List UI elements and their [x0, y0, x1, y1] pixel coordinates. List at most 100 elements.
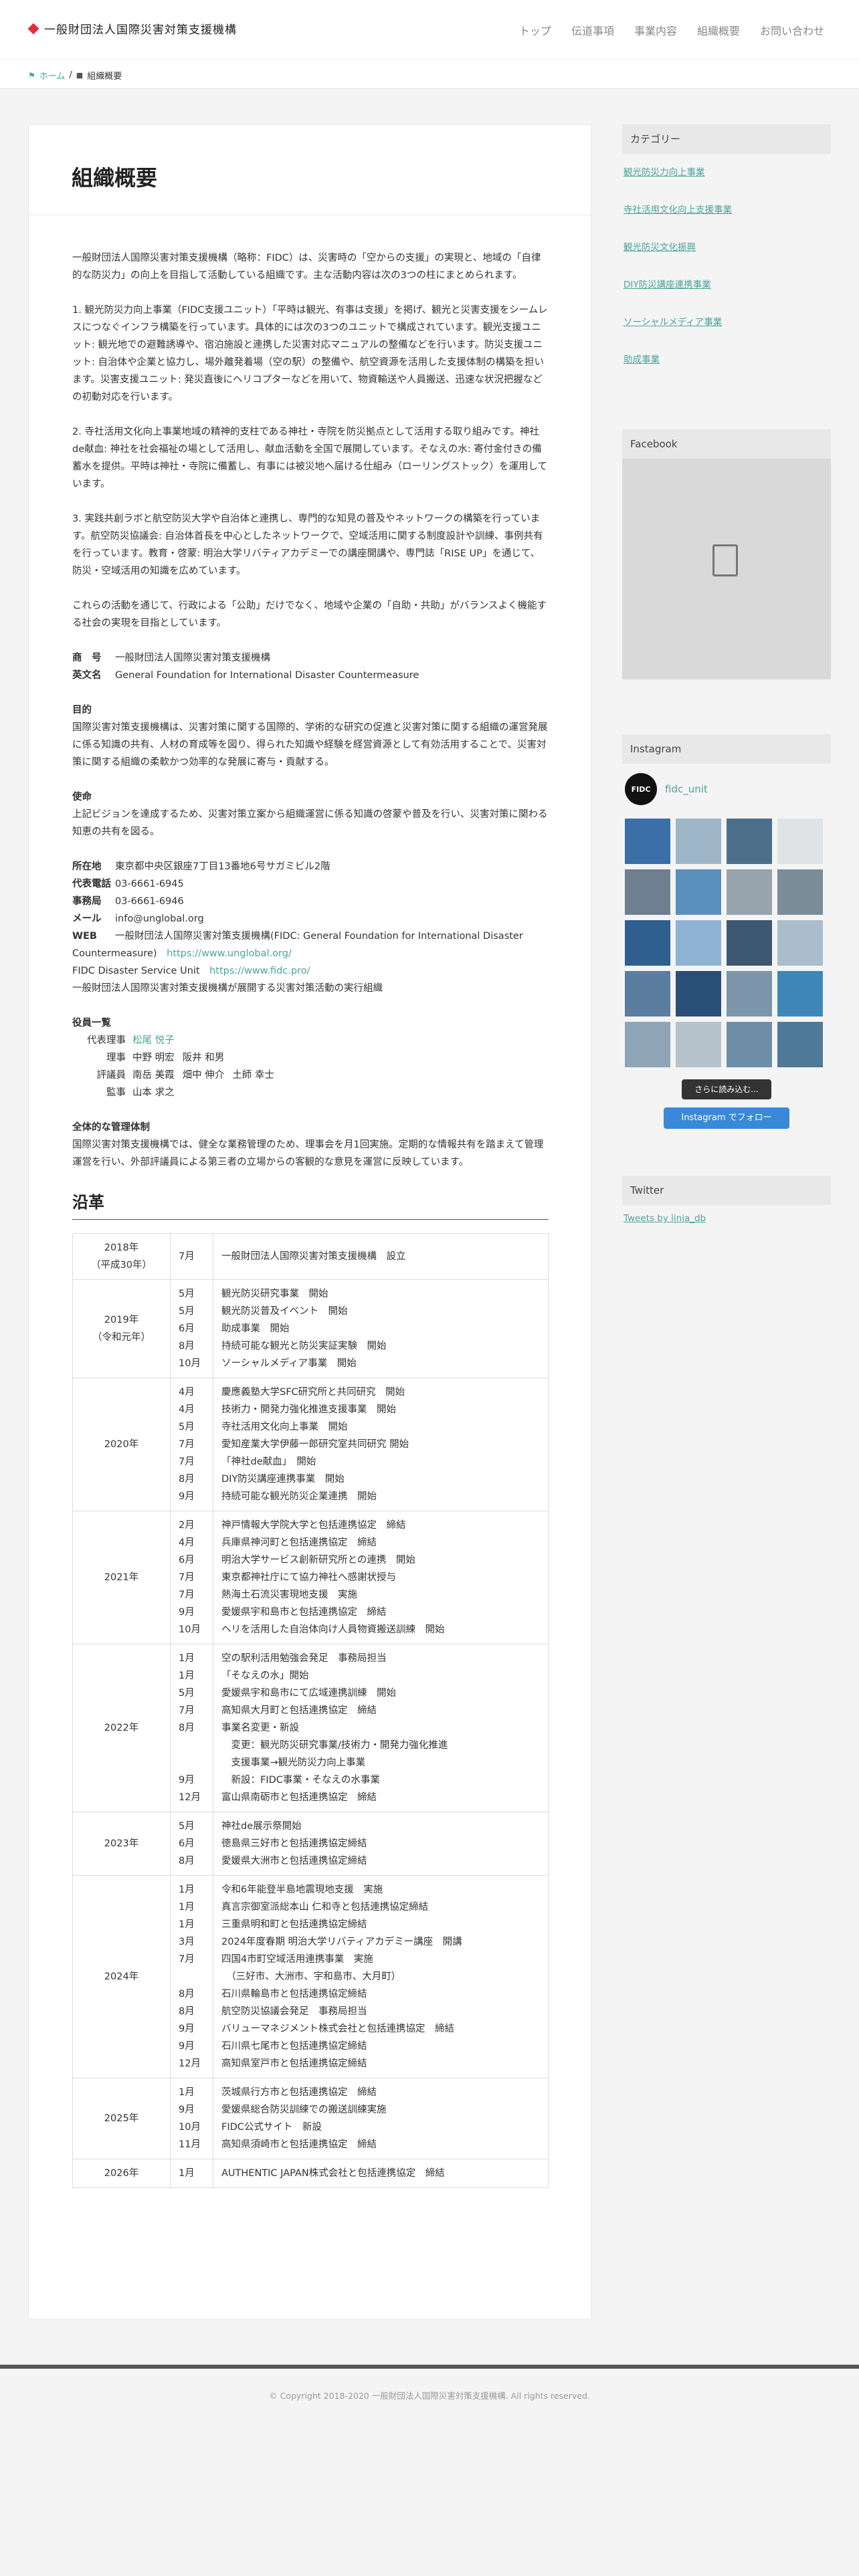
category-link[interactable]: DIY防災講座連携事業: [622, 266, 831, 304]
instagram-post-thumbnail[interactable]: [777, 920, 823, 966]
instagram-post-thumbnail[interactable]: [625, 971, 670, 1016]
history-month: 1月: [179, 1671, 195, 1681]
officer-row: 評議員 南岳 美霞 畑中 伸介 土師 幸士: [72, 1067, 549, 1084]
history-month: 10月: [179, 2122, 201, 2133]
history-event: 愛媛県総合防災訓練での搬送訓練実施: [221, 2105, 387, 2115]
load-more-button[interactable]: さらに読み込む...: [682, 1079, 771, 1099]
instagram-post-thumbnail[interactable]: [625, 819, 670, 864]
history-year: 2019年: [104, 1315, 139, 1325]
nav-item-news[interactable]: 伝道事項: [571, 22, 614, 38]
history-month: 7月: [179, 1590, 195, 1600]
page-title: 組織概要: [72, 165, 158, 191]
web-link[interactable]: https://www.unglobal.org/: [167, 948, 292, 959]
officer-row: 理事 中野 明宏 阪井 和男: [72, 1049, 549, 1067]
mission-section: 使命 上記ビジョンを達成するため、災害対策立案から組織運営に係る知識の啓蒙や普及…: [72, 788, 549, 841]
history-event: 愛媛県宇和島市と包括連携協定 締結: [221, 1607, 387, 1618]
breadcrumb-home[interactable]: ホーム: [39, 69, 66, 82]
category-widget-title: カテゴリー: [622, 124, 831, 154]
history-event-cell: 茨城県行方市と包括連携協定 締結 愛媛県総合防災訓練での搬送訓練実施 FIDC公式サ…: [213, 2078, 549, 2159]
history-month: 9月: [179, 1607, 195, 1618]
history-event-cell: 神戸情報大学院大学と包括連携協定 締結 兵庫県神河町と包括連携協定 締結 明治大学サ…: [213, 1511, 549, 1644]
history-month: 10月: [179, 1358, 201, 1369]
instagram-post-thumbnail[interactable]: [676, 1022, 721, 1067]
history-event: 愛媛県宇和島市にて広域連携訓練 開始: [221, 1688, 396, 1699]
history-month: 4月: [179, 1404, 195, 1415]
facebook-embed: [622, 459, 831, 679]
history-month: 5月: [179, 1289, 195, 1299]
history-year: 2020年: [104, 1439, 139, 1450]
history-month: 5月: [179, 1821, 195, 1832]
mission-text: 上記ビジョンを達成するため、災害対策立案から組織運営に係る知識の啓蒙や普及を行い…: [72, 809, 548, 837]
officer-name: 畑中 伸介: [182, 1070, 225, 1081]
history-month: 9月: [179, 2041, 195, 2052]
web-label: WEB: [72, 931, 97, 942]
instagram-post-thumbnail[interactable]: [625, 1022, 670, 1067]
avatar[interactable]: FIDC: [625, 773, 657, 805]
closing-text: これらの活動を通じて、行政による「公助」だけでなく、地域や企業の「自助・共助」が…: [72, 601, 547, 629]
history-event-cell: 令和6年能登半島地震現地支援 実施 真言宗御室派総本山 仁和寺と包括連携協定締結三…: [213, 1875, 549, 2078]
history-month-cell: 1月 1月 5月 7月 8月 9月 12月: [170, 1644, 213, 1812]
instagram-follow-button[interactable]: Instagram でフォロー: [664, 1107, 789, 1129]
history-row: 2020年 4月 4月 5月 7月 7月 8月 9月 慶應義塾大学SFC研究所と共同研究 開始技…: [72, 1378, 549, 1511]
instagram-post-thumbnail[interactable]: [676, 869, 721, 915]
history-month: 7月: [179, 1457, 195, 1467]
history-month: 10月: [179, 1624, 201, 1635]
history-event: 高知県大月町と包括連携協定 締結: [221, 1705, 377, 1716]
company-info: 商 号 一般財団法人国際災害対策支援機構 英文名 General Foundatio…: [72, 649, 549, 684]
category-link[interactable]: 観光防災文化振興: [622, 229, 831, 266]
instagram-post-thumbnail[interactable]: [777, 869, 823, 915]
contact-info: 所在地 東京都中央区銀座7丁目13番地6号サガミビル2階 代表電話 03-6661-…: [72, 858, 549, 997]
officer-name[interactable]: 松尾 悦子: [132, 1032, 175, 1049]
instagram-username[interactable]: fidc_unit: [665, 783, 708, 795]
instagram-post-thumbnail[interactable]: [625, 869, 670, 915]
purpose-label: 目的: [72, 705, 92, 716]
history-year-cell: 2022年: [72, 1644, 171, 1812]
history-month-cell: 1月: [170, 2159, 213, 2188]
instagram-post-thumbnail[interactable]: [727, 971, 772, 1016]
instagram-post-thumbnail[interactable]: [676, 971, 721, 1016]
category-link[interactable]: ソーシャルメディア事業: [622, 304, 831, 341]
service-link[interactable]: https://www.fidc.pro/: [209, 966, 310, 976]
instagram-post-thumbnail[interactable]: [777, 819, 823, 864]
history-month: [179, 1737, 205, 1754]
phone-value: 03-6661-6945: [115, 879, 184, 889]
instagram-post-thumbnail[interactable]: [727, 819, 772, 864]
instagram-post-thumbnail[interactable]: [727, 869, 772, 915]
site-logo[interactable]: 一般財団法人国際災害対策支援機構: [27, 20, 237, 37]
nav-item-about[interactable]: 組織概要: [697, 22, 740, 38]
sidebar-facebook: Facebook: [622, 429, 831, 679]
history-event: 徳島県三好市と包括連携協定締結: [221, 1838, 367, 1849]
nav-item-top[interactable]: トップ: [519, 22, 551, 38]
instagram-post-thumbnail[interactable]: [777, 971, 823, 1016]
nav-item-business[interactable]: 事業内容: [634, 22, 677, 38]
history-month-cell: 1月 1月 1月 3月 7月 8月 8月 9月 9月 12月: [170, 1875, 213, 2078]
instagram-post-thumbnail[interactable]: [676, 920, 721, 966]
history-month: 12月: [179, 2058, 201, 2069]
office-label: 事務局: [72, 896, 102, 907]
instagram-post-thumbnail[interactable]: [625, 920, 670, 966]
folder-icon: ■: [76, 71, 84, 80]
sidebar-instagram: Instagram FIDC fidc_unit さらに読み込む... Inst…: [622, 734, 831, 1129]
nav-item-contact[interactable]: お問い合わせ: [760, 22, 824, 38]
instagram-post-thumbnail[interactable]: [727, 1022, 772, 1067]
instagram-profile: FIDC fidc_unit: [625, 773, 831, 805]
history-year-cell: 2024年: [72, 1875, 171, 2078]
history-event: 兵庫県神河町と包括連携協定 締結: [221, 1537, 377, 1548]
category-link[interactable]: 寺社活用文化向上支援事業: [622, 191, 831, 229]
history-era: （平成30年）: [91, 1260, 152, 1271]
history-month: [179, 1754, 205, 1772]
instagram-post-thumbnail[interactable]: [777, 1022, 823, 1067]
history-event: 慶應義塾大学SFC研究所と共同研究 開始: [221, 1387, 405, 1398]
history-year: 2021年: [104, 1572, 139, 1583]
web-text: 一般財団法人国際災害対策支援機構(FIDC: General Foundatio…: [72, 931, 523, 959]
history-month: [179, 1968, 205, 1985]
category-link[interactable]: 助成事業: [622, 341, 831, 379]
instagram-post-thumbnail[interactable]: [676, 819, 721, 864]
twitter-timeline-link[interactable]: Tweets by iinia_db: [622, 1213, 831, 1224]
history-row: 2018年 （平成30年） 7月 一般財団法人国際災害対策支援機構 設立: [72, 1233, 549, 1280]
instagram-post-thumbnail[interactable]: [727, 920, 772, 966]
history-event-cell: 神社de展示祭開始 徳島県三好市と包括連携協定締結 愛媛県大洲市と包括連携協定締結: [213, 1812, 549, 1876]
history-event: ヘリを活用した自治体向け人員物資搬送訓練 開始: [221, 1624, 445, 1635]
history-year: 2018年: [104, 1243, 139, 1253]
category-link[interactable]: 観光防災力向上事業: [622, 154, 831, 191]
